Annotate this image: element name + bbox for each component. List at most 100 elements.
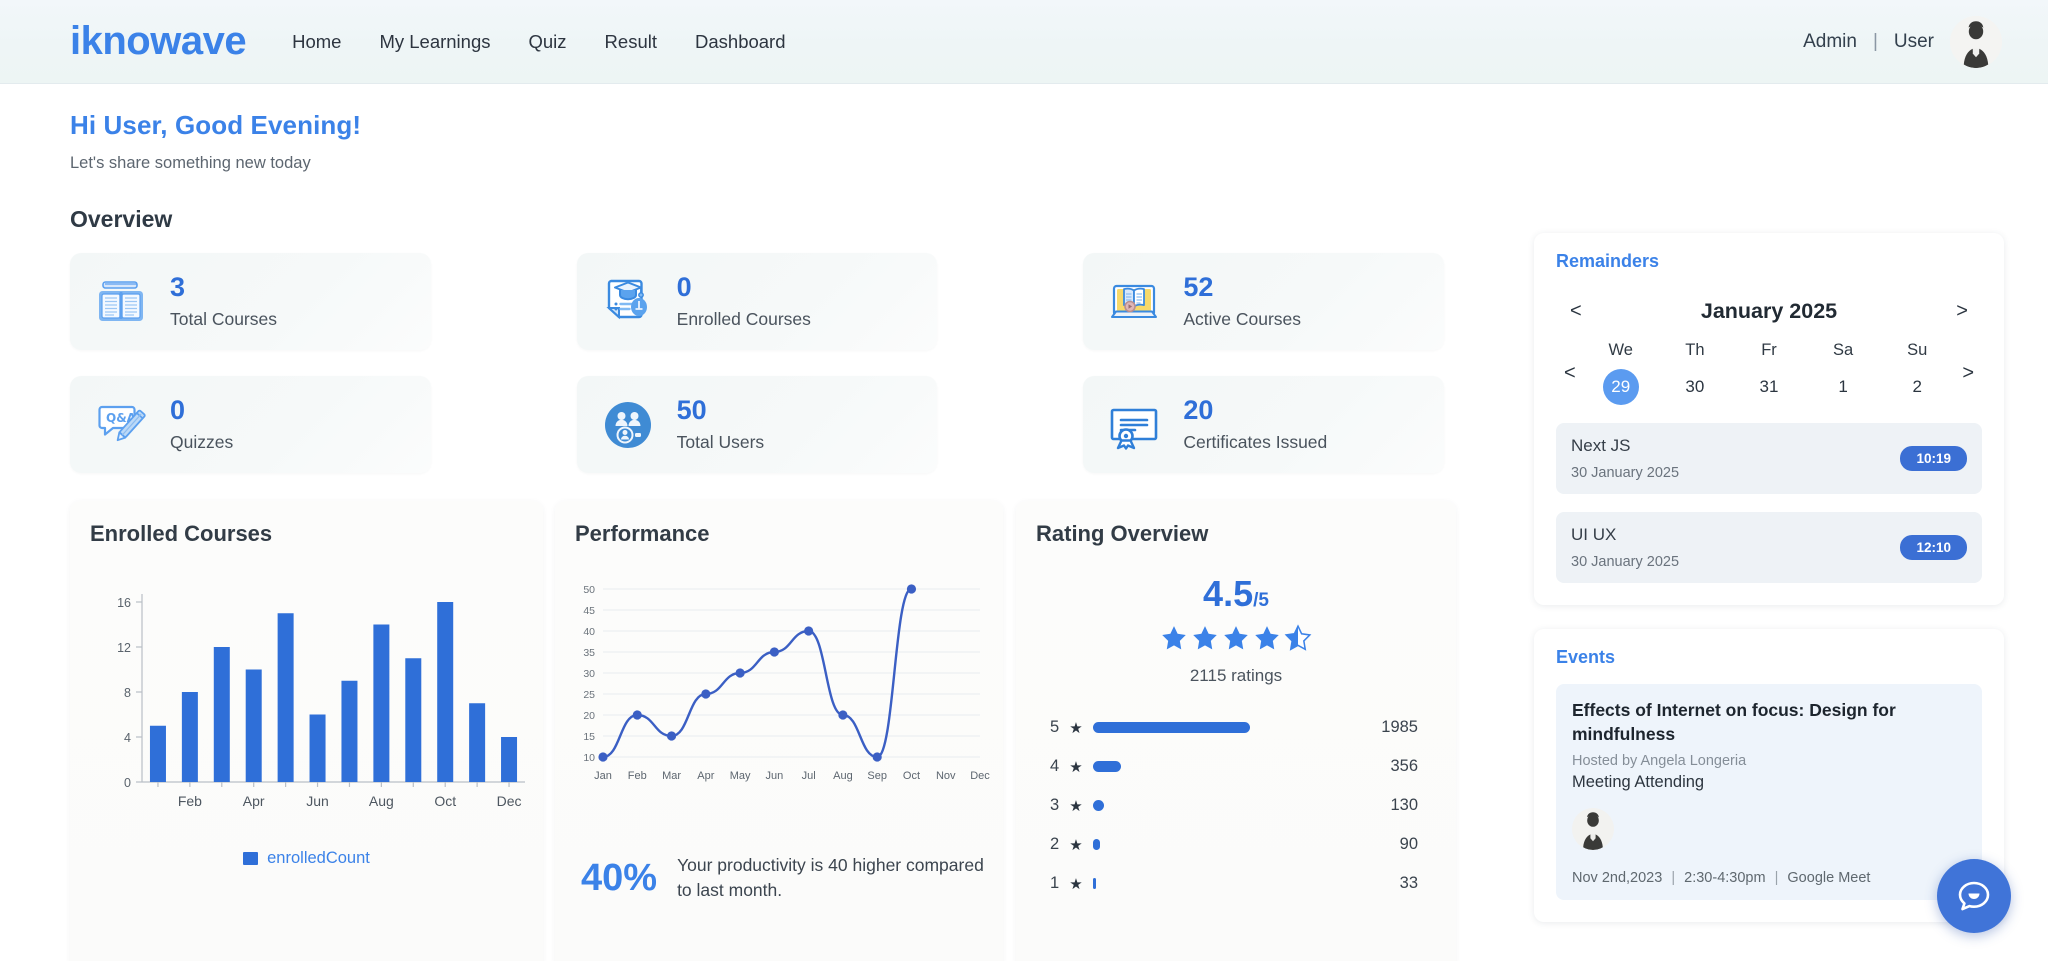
- avatar[interactable]: [1950, 15, 2002, 68]
- brand-logo[interactable]: iknowave: [70, 19, 247, 64]
- stat-label: Total Users: [676, 431, 765, 452]
- svg-text:Jan: Jan: [594, 770, 612, 782]
- stat-card-total-courses[interactable]: 3 Total Courses: [70, 253, 431, 350]
- calendar-day-number-selected[interactable]: 29: [1602, 369, 1639, 405]
- admin-link[interactable]: Admin: [1803, 31, 1857, 53]
- calendar-day-number[interactable]: 30: [1677, 369, 1713, 405]
- stats-grid: 3 Total Courses 0 Enrolled Courses 52 Ac…: [70, 253, 1494, 473]
- nav-link-dashboard[interactable]: Dashboard: [695, 31, 786, 53]
- star-icon: ★: [1069, 875, 1083, 893]
- svg-text:15: 15: [583, 731, 595, 743]
- event-meta-separator: |: [1671, 870, 1676, 887]
- rating-row-count: 33: [1399, 874, 1418, 892]
- rating-row-stars: 5: [1050, 718, 1060, 736]
- performance-line-chart: 10 15 20 25 30 35 40 45 50 Jan Feb Mar Apr May Jun Jul A…: [583, 584, 990, 782]
- reminder-item[interactable]: Next JS 30 January 2025 10:19: [1556, 423, 1982, 494]
- nav-link-my-learnings[interactable]: My Learnings: [379, 31, 490, 53]
- calendar-day[interactable]: Fr 31: [1746, 341, 1792, 405]
- event-title: Effects of Internet on focus: Design for…: [1572, 700, 1896, 744]
- star-icon: [1193, 626, 1217, 650]
- calendar-prev-month-button[interactable]: <: [1562, 298, 1590, 325]
- panel-title-performance: Performance: [575, 521, 710, 546]
- user-link[interactable]: User: [1894, 31, 1934, 53]
- chat-widget-button[interactable]: [1937, 859, 2011, 933]
- rating-row-stars: 1: [1050, 874, 1060, 892]
- svg-text:0: 0: [124, 776, 131, 790]
- reminder-texts: UI UX 30 January 2025: [1571, 525, 1900, 570]
- calendar-next-week-button[interactable]: >: [1954, 360, 1982, 387]
- nav-divider: |: [1872, 30, 1878, 52]
- rating-bar-fill: [1092, 800, 1105, 811]
- svg-text:30: 30: [583, 668, 595, 680]
- performance-percent: 40%: [581, 856, 658, 899]
- calendar-next-month-button[interactable]: >: [1948, 298, 1976, 325]
- rating-bar-track: [1092, 839, 1350, 850]
- svg-text:Mar: Mar: [662, 770, 681, 782]
- nav-links: Home My Learnings Quiz Result Dashboard: [292, 31, 785, 53]
- stat-value: 0: [676, 272, 692, 303]
- rating-bar-track: [1092, 722, 1350, 733]
- stat-value: 50: [676, 395, 707, 426]
- rating-row-stars: 4: [1050, 757, 1060, 775]
- calendar-day[interactable]: Su 2: [1894, 341, 1940, 405]
- chat-bubble-icon: [1958, 881, 1990, 911]
- main-content: 3 Total Courses 0 Enrolled Courses 52 Ac…: [0, 233, 2048, 961]
- svg-text:45: 45: [583, 605, 595, 617]
- star-icon: ★: [1069, 797, 1083, 815]
- nav-link-home[interactable]: Home: [292, 31, 341, 53]
- event-card[interactable]: Effects of Internet on focus: Design for…: [1556, 684, 1982, 901]
- event-host-avatar-icon: [1572, 808, 1614, 851]
- top-navigation-bar: iknowave Home My Learnings Quiz Result D…: [0, 0, 2048, 84]
- svg-text:Apr: Apr: [697, 770, 714, 782]
- nav-link-result[interactable]: Result: [605, 31, 657, 53]
- calendar-prev-week-button[interactable]: <: [1556, 360, 1584, 387]
- events-title: Events: [1556, 647, 1616, 667]
- calendar-day-number[interactable]: 31: [1751, 369, 1787, 405]
- stat-card-quizzes[interactable]: Q&A 0 Quizzes: [70, 376, 431, 473]
- rating-bar-track: [1092, 800, 1350, 811]
- rating-row: 4 ★ 356: [1050, 747, 1418, 786]
- star-icon: [1224, 626, 1248, 650]
- reminder-title: Next JS: [1571, 436, 1631, 455]
- calendar-day[interactable]: Th 30: [1672, 341, 1718, 405]
- nav-link-quiz[interactable]: Quiz: [529, 31, 567, 53]
- stat-card-total-users[interactable]: 50 Total Users: [576, 376, 938, 473]
- chart-legend: enrolledCount: [70, 849, 543, 868]
- stat-card-enrolled-courses[interactable]: 0 Enrolled Courses: [576, 253, 938, 350]
- rating-stars: [1016, 624, 1456, 652]
- calendar-day-name: Sa: [1833, 341, 1854, 359]
- reminder-item[interactable]: UI UX 30 January 2025 12:10: [1556, 512, 1982, 583]
- event-meta-separator: |: [1774, 870, 1779, 887]
- event-host-avatar: [1572, 808, 1614, 851]
- svg-text:Apr: Apr: [243, 793, 265, 809]
- reminder-date: 30 January 2025: [1571, 465, 1680, 481]
- event-host: Hosted by Angela Longeria: [1572, 753, 1747, 770]
- svg-text:Sep: Sep: [867, 770, 887, 782]
- greeting-subtitle: Let's share something new today: [70, 154, 311, 172]
- calendar-day-number[interactable]: 1: [1825, 369, 1861, 405]
- user-avatar-photo-icon: [1950, 15, 2002, 68]
- star-icon: [1162, 626, 1186, 650]
- stat-card-active-courses[interactable]: 52 Active Courses: [1083, 253, 1444, 350]
- svg-text:4: 4: [124, 731, 131, 745]
- panel-title-rating-overview: Rating Overview: [1036, 521, 1209, 546]
- svg-text:10: 10: [583, 752, 595, 764]
- nav-user-area: Admin | User: [1803, 15, 2002, 68]
- right-column: Remainders < January 2025 > < We 29 Th 3…: [1534, 233, 2004, 961]
- stat-text-group: 0 Enrolled Courses: [677, 273, 811, 329]
- calendar-day[interactable]: Sa 1: [1820, 341, 1866, 405]
- rating-score: 4.5: [1203, 573, 1254, 614]
- rating-row: 1 ★ 33: [1050, 864, 1418, 903]
- charts-row: Enrolled Courses 0 4 8 12 16 Feb Apr Jun Aug Oct D…: [70, 501, 1494, 961]
- calendar-day-number[interactable]: 2: [1899, 369, 1935, 405]
- star-icon: ★: [1069, 719, 1083, 737]
- panel-enrolled-courses: Enrolled Courses 0 4 8 12 16 Feb Apr Jun Aug Oct D…: [70, 501, 543, 961]
- svg-text:50: 50: [583, 584, 595, 596]
- stat-card-certificates-issued[interactable]: 20 Certificates Issued: [1083, 376, 1444, 473]
- star-icon: ★: [1069, 836, 1083, 854]
- calendar-day[interactable]: We 29: [1598, 341, 1644, 405]
- calendar-month-label: January 2025: [1700, 299, 1838, 323]
- stat-text-group: 3 Total Courses: [170, 273, 277, 329]
- enrolled-courses-bar-chart: 0 4 8 12 16 Feb Apr Jun Aug Oct Dec: [117, 594, 525, 809]
- svg-text:Jul: Jul: [802, 770, 816, 782]
